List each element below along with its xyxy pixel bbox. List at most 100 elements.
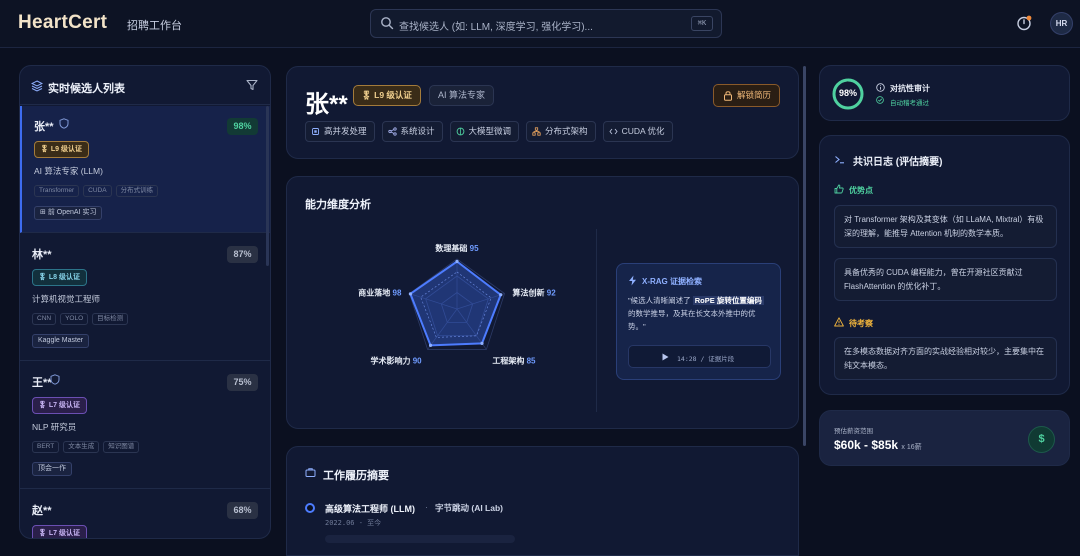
lightning-icon: [629, 275, 636, 286]
skill-tag: 目标检测: [92, 313, 129, 325]
radar-axis-value: 92: [547, 289, 556, 298]
ability-analysis-panel: 能力维度分析 数理基础 95 算法创新 92 工程架构 85 学术影响力 90 商业落地…: [286, 176, 799, 429]
profile-skill-list: 高并发处理 系统设计 大模型微调 分布式架构 CUDA 优化: [305, 121, 673, 142]
ability-radar-chart: 数理基础 95 算法创新 92 工程架构 85 学术影响力 90 商业落地 98: [358, 243, 557, 365]
candidate-card[interactable]: 林** 87% 🎖 L8 级认证 计算机视觉工程师 CNN YOLO 目标检测 …: [20, 234, 270, 361]
radar-data-area: [409, 260, 502, 347]
profile-name: 张**: [305, 91, 348, 118]
skill-label: 高并发处理: [324, 126, 367, 136]
radar-axis-name: 学术影响力: [370, 355, 412, 365]
candidate-name: 林**: [32, 249, 52, 261]
adversarial-audit-card: 98% 对抗性审计 自动稽考通过: [819, 65, 1070, 121]
ability-analysis-title: 能力维度分析: [305, 199, 371, 211]
job-title: 高级算法工程师 (LLM): [325, 504, 415, 514]
evidence-clip-player[interactable]: 14:28 / 证据片段: [628, 345, 771, 368]
terminal-icon: [835, 156, 844, 164]
profile-role-badge: AI 算法专家: [429, 85, 495, 106]
section-divider: [596, 229, 597, 412]
certification-level-text: L7 级认证: [48, 402, 80, 409]
candidate-search-input[interactable]: 查找候选人 (如: LLM, 深度学习, 强化学习)... ⌘K: [370, 9, 722, 38]
radar-axis-label: 商业落地 98: [358, 288, 402, 298]
verified-shield-icon: [59, 118, 69, 129]
skill-label: 系统设计: [400, 126, 435, 136]
xrag-highlight: RoPE 旋转位置编码: [692, 296, 764, 305]
notification-icon[interactable]: [1015, 14, 1033, 32]
radar-data-point: [455, 259, 459, 264]
user-avatar[interactable]: HR: [1050, 12, 1073, 35]
check-circle-icon: [876, 96, 884, 104]
salary-estimate-card: 预估薪资范围 $60k - $85k x 16薪 $: [819, 410, 1070, 466]
concerns-label: 待考察: [849, 319, 873, 328]
radar-axis-label: 算法创新 92: [513, 288, 557, 298]
consensus-log-panel: 共识日志 (评估摘要) 优势点 对 Transformer 架构及其变体（如 L…: [819, 135, 1070, 395]
job-detail-placeholder: [325, 535, 515, 543]
radar-axis-value: 90: [413, 356, 422, 365]
job-separator: ·: [425, 502, 428, 512]
candidate-list-header: 实时候选人列表: [20, 66, 270, 105]
candidate-name: 赵**: [32, 505, 52, 517]
audit-score-text: 98%: [838, 88, 857, 98]
filter-icon[interactable]: [246, 79, 258, 91]
certification-level-badge: 🎖 L9 级认证: [34, 141, 89, 158]
main-scrollbar[interactable]: [803, 66, 806, 446]
xrag-text-before: "候选人清晰阐述了: [628, 296, 691, 305]
skill-pill: 高并发处理: [305, 121, 375, 142]
skill-pill: 系统设计: [381, 121, 443, 142]
candidate-name: 王**: [32, 377, 52, 389]
candidate-tags: CNN YOLO 目标检测: [32, 313, 129, 325]
cpu-icon: [312, 128, 319, 135]
search-shortcut-badge: ⌘K: [691, 16, 713, 31]
skill-pill: 分布式架构: [526, 121, 596, 142]
profile-level-text: L9 级认证: [374, 90, 412, 100]
certification-level-text: L7 级认证: [48, 530, 80, 537]
play-icon[interactable]: [662, 353, 669, 361]
network-icon: [532, 127, 541, 136]
radar-data-point: [408, 292, 412, 296]
skill-label: 分布式架构: [545, 126, 588, 136]
verified-shield-icon: [50, 374, 60, 385]
skill-tag: Transformer: [34, 185, 80, 197]
candidate-list-panel: 实时候选人列表 张** 98% 🎖 L9 级认证 AI 算法专家 (LLM) T…: [19, 65, 271, 539]
consensus-log-title: 共识日志 (评估摘要): [853, 157, 943, 168]
skill-tag: CUDA: [83, 185, 112, 197]
briefcase-icon: [305, 468, 316, 477]
candidate-profile-card: 张** 🎖 L9 级认证 AI 算法专家 解锁简历 高并发处理 系统设计 大模型…: [286, 66, 799, 159]
candidate-card[interactable]: 张** 98% 🎖 L9 级认证 AI 算法专家 (LLM) Transform…: [20, 106, 270, 233]
skill-tag: 分布式训练: [115, 185, 159, 197]
radar-axis-value: 98: [393, 289, 402, 298]
skill-tag: YOLO: [60, 313, 89, 325]
candidate-card[interactable]: 赵** 68% 🎖 L7 级认证: [20, 490, 270, 538]
candidate-tags: BERT 文本生成 知识图谱: [32, 441, 140, 453]
skill-tag: BERT: [32, 441, 60, 453]
list-scrollbar[interactable]: [266, 106, 269, 266]
candidate-role: 计算机视觉工程师: [32, 294, 101, 304]
match-score-badge: 75%: [227, 374, 258, 391]
radar-data-point: [480, 341, 484, 345]
highlight-chip-text: 前 OpenAI 实习: [47, 209, 97, 216]
warning-icon: [834, 317, 844, 327]
highlight-chip: Kaggle Master: [32, 334, 90, 348]
app-logo[interactable]: HeartCert: [18, 12, 107, 34]
top-header: HeartCert 招聘工作台 查找候选人 (如: LLM, 深度学习, 强化学…: [0, 0, 1080, 48]
audit-title: 对抗性审计: [890, 84, 930, 93]
skill-tag: CNN: [32, 313, 57, 325]
candidate-role: NLP 研究员: [32, 422, 77, 432]
xrag-title: X-RAG 证据检索: [642, 277, 702, 286]
radar-data-point: [499, 293, 503, 297]
profile-level-badge: 🎖 L9 级认证: [353, 85, 421, 106]
salary-value-row: $60k - $85k x 16薪: [834, 438, 922, 452]
candidate-card[interactable]: 王** 75% 🎖 L7 级认证 NLP 研究员 BERT 文本生成 知识图谱 …: [20, 362, 270, 489]
unlock-resume-button[interactable]: 解锁简历: [713, 84, 780, 107]
app-subtitle: 招聘工作台: [127, 20, 182, 32]
thumbs-up-icon: [834, 184, 844, 194]
radar-axis-value: 95: [470, 244, 479, 253]
strength-note: 具备优秀的 CUDA 编程能力，曾在开源社区贡献过 FlashAttention…: [834, 258, 1057, 301]
candidate-role: AI 算法专家 (LLM): [34, 166, 103, 176]
candidate-list-title: 实时候选人列表: [48, 83, 125, 95]
search-icon: [381, 17, 394, 30]
strengths-label: 优势点: [849, 186, 873, 195]
salary-label: 预估薪资范围: [834, 428, 873, 435]
salary-unit: x 16薪: [901, 444, 922, 451]
certification-level-text: L8 级认证: [48, 274, 80, 281]
dollar-icon: $: [1028, 426, 1055, 453]
